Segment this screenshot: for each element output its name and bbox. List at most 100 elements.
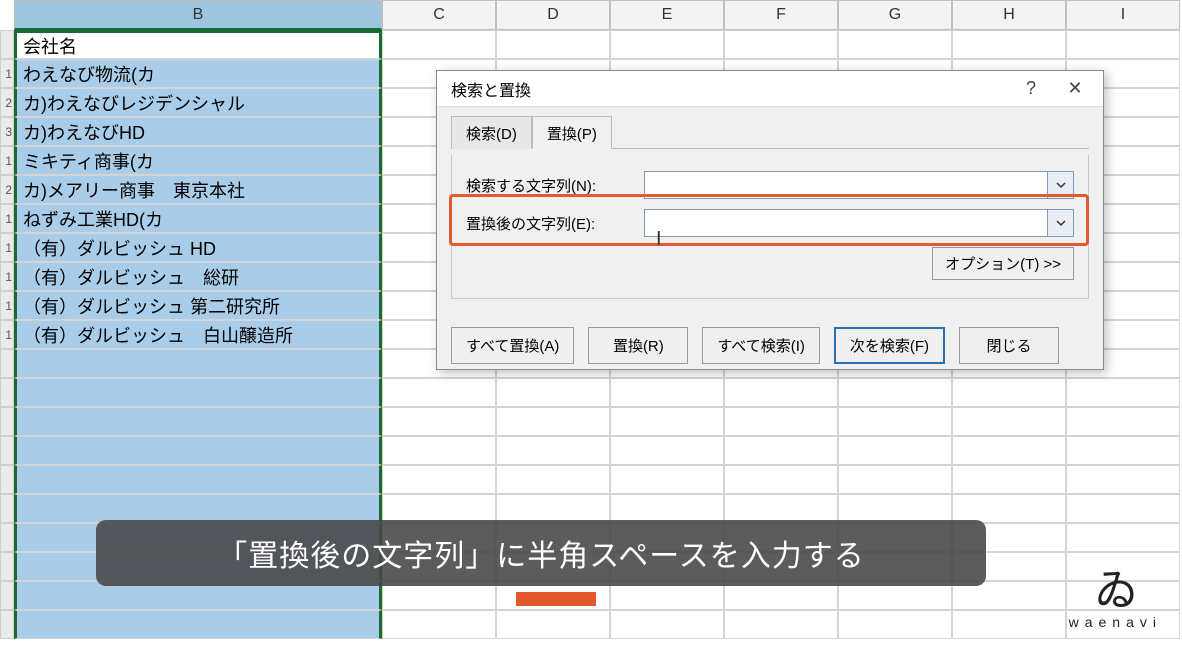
row-number[interactable] xyxy=(0,436,14,465)
row-number[interactable]: 2 xyxy=(0,175,14,204)
cell[interactable] xyxy=(382,610,496,639)
cell[interactable] xyxy=(610,378,724,407)
row-number[interactable]: 1 xyxy=(0,204,14,233)
cell[interactable] xyxy=(724,610,838,639)
column-header-D[interactable]: D xyxy=(496,0,610,30)
cell-B[interactable] xyxy=(14,378,382,407)
cell-B[interactable]: ねずみ工業HD(カ xyxy=(14,204,382,233)
find-dropdown-icon[interactable] xyxy=(1048,171,1074,199)
row-number[interactable]: 1 xyxy=(0,146,14,175)
cell[interactable] xyxy=(1066,523,1180,552)
cell[interactable] xyxy=(1066,465,1180,494)
column-header-C[interactable]: C xyxy=(382,0,496,30)
cell-B[interactable] xyxy=(14,349,382,378)
cell[interactable] xyxy=(1066,407,1180,436)
cell-B[interactable]: （有）ダルビッシュ 第二研究所 xyxy=(14,291,382,320)
cell[interactable] xyxy=(724,378,838,407)
column-header-G[interactable]: G xyxy=(838,0,952,30)
cell-B[interactable]: カ)わえなびHD xyxy=(14,117,382,146)
find-input[interactable] xyxy=(644,171,1048,199)
options-button[interactable]: オプション(T) >> xyxy=(932,247,1074,280)
cell[interactable] xyxy=(496,30,610,59)
cell-B[interactable]: （有）ダルビッシュ 総研 xyxy=(14,262,382,291)
cell[interactable] xyxy=(838,30,952,59)
cell[interactable] xyxy=(382,378,496,407)
cell[interactable] xyxy=(724,465,838,494)
cell-B[interactable]: （有）ダルビッシュ HD xyxy=(14,233,382,262)
row-number[interactable] xyxy=(0,581,14,610)
cell[interactable] xyxy=(952,436,1066,465)
cell[interactable] xyxy=(952,407,1066,436)
row-number[interactable] xyxy=(0,465,14,494)
row-number[interactable] xyxy=(0,349,14,378)
row-number[interactable]: 1 xyxy=(0,233,14,262)
cell[interactable] xyxy=(382,436,496,465)
row-number[interactable] xyxy=(0,407,14,436)
cell[interactable] xyxy=(838,378,952,407)
replace-button[interactable]: 置換(R) xyxy=(588,327,688,364)
row-number[interactable] xyxy=(0,552,14,581)
column-header-B[interactable]: B xyxy=(14,0,382,30)
cell[interactable] xyxy=(496,465,610,494)
close-button[interactable]: 閉じる xyxy=(959,327,1059,364)
cell[interactable] xyxy=(610,494,724,523)
cell[interactable] xyxy=(838,465,952,494)
replace-input[interactable] xyxy=(644,209,1048,237)
cell[interactable] xyxy=(838,610,952,639)
cell[interactable] xyxy=(496,436,610,465)
row-number[interactable]: 1 xyxy=(0,262,14,291)
find-next-button[interactable]: 次を検索(F) xyxy=(834,327,945,364)
cell[interactable] xyxy=(838,436,952,465)
cell-B[interactable] xyxy=(14,436,382,465)
column-header-I[interactable]: I xyxy=(1066,0,1180,30)
cell[interactable] xyxy=(838,494,952,523)
row-number[interactable]: 3 xyxy=(0,117,14,146)
cell[interactable] xyxy=(724,407,838,436)
cell[interactable] xyxy=(952,378,1066,407)
cell-B[interactable] xyxy=(14,610,382,639)
cell[interactable] xyxy=(1066,30,1180,59)
cell[interactable] xyxy=(1066,436,1180,465)
cell[interactable] xyxy=(382,30,496,59)
cell[interactable] xyxy=(724,30,838,59)
cell[interactable] xyxy=(952,610,1066,639)
cell[interactable] xyxy=(610,30,724,59)
cell[interactable] xyxy=(1066,494,1180,523)
column-header-H[interactable]: H xyxy=(952,0,1066,30)
cell-B[interactable]: 会社名 xyxy=(14,30,382,59)
cell[interactable] xyxy=(610,407,724,436)
cell[interactable] xyxy=(382,407,496,436)
cell[interactable] xyxy=(496,494,610,523)
row-number[interactable] xyxy=(0,610,14,639)
dialog-titlebar[interactable]: 検索と置換 ? ✕ xyxy=(437,71,1103,107)
cell[interactable] xyxy=(952,494,1066,523)
column-header-F[interactable]: F xyxy=(724,0,838,30)
cell[interactable] xyxy=(1066,378,1180,407)
cell-B[interactable] xyxy=(14,465,382,494)
row-number[interactable] xyxy=(0,30,14,59)
row-number[interactable]: 1 xyxy=(0,291,14,320)
cell-B[interactable]: カ)わえなびレジデンシャル xyxy=(14,88,382,117)
cell-B[interactable]: （有）ダルビッシュ 白山醸造所 xyxy=(14,320,382,349)
tab-find[interactable]: 検索(D) xyxy=(451,116,532,149)
cell-B[interactable]: ミキティ商事(カ xyxy=(14,146,382,175)
cell[interactable] xyxy=(496,378,610,407)
cell[interactable] xyxy=(724,494,838,523)
cell-B[interactable]: わえなび物流(カ xyxy=(14,59,382,88)
cell[interactable] xyxy=(610,436,724,465)
cell[interactable] xyxy=(610,610,724,639)
replace-dropdown-icon[interactable] xyxy=(1048,209,1074,237)
row-number[interactable]: 1 xyxy=(0,320,14,349)
help-icon[interactable]: ? xyxy=(1017,75,1045,103)
cell[interactable] xyxy=(952,30,1066,59)
row-number[interactable] xyxy=(0,523,14,552)
find-all-button[interactable]: すべて検索(I) xyxy=(702,327,820,364)
cell-B[interactable] xyxy=(14,494,382,523)
cell[interactable] xyxy=(724,436,838,465)
replace-all-button[interactable]: すべて置換(A) xyxy=(451,327,574,364)
row-number[interactable] xyxy=(0,494,14,523)
row-number[interactable]: 1 xyxy=(0,59,14,88)
cell-B[interactable]: カ)メアリー商事 東京本社 xyxy=(14,175,382,204)
close-icon[interactable]: ✕ xyxy=(1055,75,1095,103)
cell[interactable] xyxy=(496,610,610,639)
